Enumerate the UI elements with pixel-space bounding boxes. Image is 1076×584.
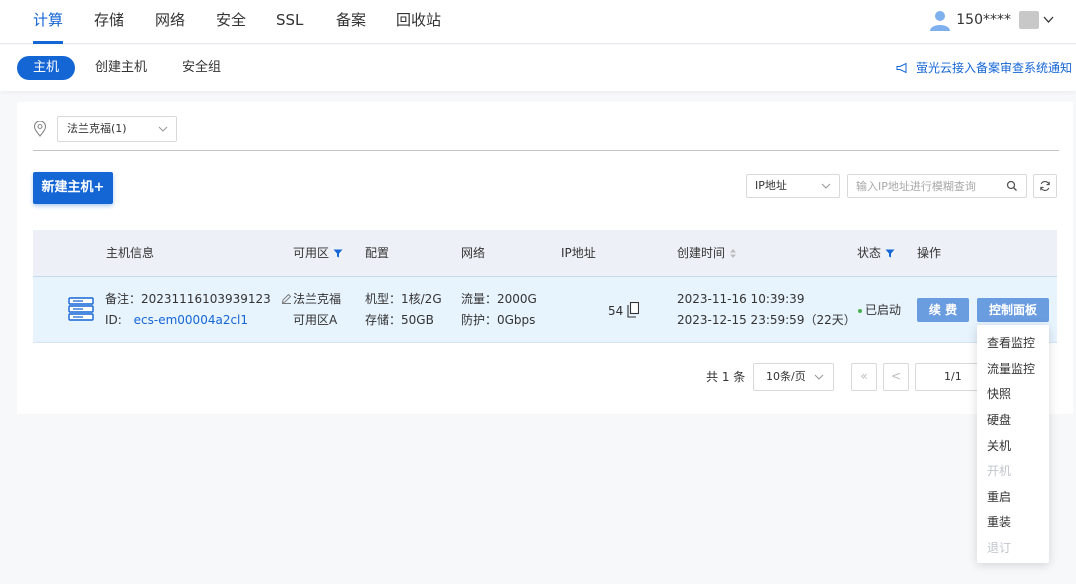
col-status-label: 状态 (857, 246, 882, 260)
menu-item-power-on: 开机 (987, 464, 1012, 478)
megaphone-icon (896, 62, 907, 73)
edit-icon[interactable] (281, 293, 292, 304)
net-protect: 防护：0Gbps (461, 313, 536, 327)
col-ip: IP地址 (561, 246, 596, 260)
config-storage: 存储：50GB (365, 313, 434, 327)
tab-filing[interactable]: 备案 (336, 0, 366, 44)
col-network: 网络 (461, 246, 486, 260)
region-select-value: 法兰克福(1) (67, 122, 127, 135)
host-id-label: ID: (105, 313, 122, 327)
divider (33, 150, 1059, 151)
tab-storage[interactable]: 存储 (94, 0, 124, 44)
ip-search-input[interactable] (847, 174, 1027, 198)
location-pin-icon (33, 121, 47, 137)
pagination-total: 共 1 条 (706, 370, 746, 384)
col-created-label: 创建时间 (677, 246, 726, 260)
config-model: 机型：1核/2G (365, 292, 442, 306)
notice-link[interactable]: 萤光云接入备案审查系统通知 (896, 59, 1072, 76)
region-select[interactable]: 法兰克福(1) (57, 116, 177, 142)
col-config: 配置 (365, 246, 390, 260)
ip-address: 54 (608, 301, 640, 321)
status-text: 已启动 (865, 303, 902, 317)
user-menu[interactable]: 150**** (928, 8, 1054, 32)
tab-security[interactable]: 安全 (216, 0, 246, 44)
chevron-down-icon (814, 374, 824, 380)
col-status[interactable]: 状态 (857, 230, 895, 277)
filter-icon[interactable] (333, 249, 343, 258)
zone-name: 法兰克福 (293, 292, 342, 306)
menu-item-disk[interactable]: 硬盘 (987, 411, 1011, 428)
subtab-hosts[interactable]: 主机 (17, 56, 76, 80)
control-panel-button[interactable]: 控制面板 (977, 298, 1049, 322)
col-created[interactable]: 创建时间 (677, 230, 737, 277)
sub-nav: 主机 创建主机 安全组 萤光云接入备案审查系统通知 (0, 45, 1076, 91)
chevron-down-icon (821, 183, 831, 189)
copy-icon[interactable] (627, 301, 640, 318)
tab-compute[interactable]: 计算 (33, 0, 64, 44)
filter-icon[interactable] (885, 249, 895, 258)
user-name-mask (1019, 11, 1039, 29)
tab-ssl[interactable]: SSL (276, 0, 303, 44)
menu-item-snapshot[interactable]: 快照 (987, 385, 1011, 402)
page-size-value: 10条/页 (766, 370, 806, 383)
chevron-down-icon (1043, 16, 1054, 23)
region-filter: 法兰克福(1) (33, 116, 177, 142)
ip-type-value: IP地址 (755, 179, 787, 192)
ip-address-value: 54 (608, 304, 624, 318)
net-traffic: 流量：2000G (461, 292, 537, 306)
ip-type-select[interactable]: IP地址 (746, 174, 840, 198)
menu-item-shutdown[interactable]: 关机 (987, 437, 1011, 454)
sort-icon[interactable] (729, 248, 737, 259)
chevron-down-icon (158, 126, 168, 132)
prev-page-button[interactable]: < (883, 363, 909, 391)
zone-sub: 可用区A (293, 313, 338, 327)
subtab-security-group[interactable]: 安全组 (182, 56, 221, 80)
tab-recycle-bin[interactable]: 回收站 (396, 0, 441, 44)
menu-item-view-monitor[interactable]: 查看监控 (987, 334, 1035, 351)
host-remark: 备注：20231116103939123 (105, 289, 292, 309)
expires-at: 2023-12-15 23:59:59（22天） (677, 313, 856, 327)
refresh-icon (1040, 181, 1050, 191)
status-badge: 已启动 (858, 300, 901, 320)
host-remark-text: 备注：20231116103939123 (105, 292, 271, 306)
col-host-info: 主机信息 (106, 246, 155, 260)
subtab-create-host[interactable]: 创建主机 (95, 56, 147, 80)
col-zone[interactable]: 可用区 (293, 230, 343, 277)
search-icon[interactable] (1006, 180, 1018, 192)
host-id-link[interactable]: ecs-em00004a2cl1 (134, 313, 248, 327)
menu-item-reinstall[interactable]: 重装 (987, 513, 1011, 530)
table-header: 主机信息 可用区 配置 网络 IP地址 创建时间 状态 操作 (33, 230, 1057, 277)
tab-network[interactable]: 网络 (155, 0, 185, 44)
menu-item-restart[interactable]: 重启 (987, 488, 1011, 505)
created-at: 2023-11-16 10:39:39 (677, 292, 805, 306)
host-list-panel: 法兰克福(1) 新建主机+ IP地址 主机信息 可用区 (17, 102, 1073, 414)
refresh-button[interactable] (1033, 174, 1057, 198)
server-icon (68, 297, 94, 321)
menu-item-traffic-monitor[interactable]: 流量监控 (987, 360, 1035, 377)
notice-text: 萤光云接入备案审查系统通知 (915, 61, 1072, 75)
control-panel-menu: 查看监控 流量监控 快照 硬盘 关机 开机 重启 重装 退订 (977, 325, 1049, 563)
user-avatar-icon (930, 11, 951, 31)
top-nav: 计算 存储 网络 安全 SSL 备案 回收站 150**** (0, 0, 1076, 44)
page-size-select[interactable]: 10条/页 (753, 363, 834, 391)
user-name: 150**** (956, 12, 1011, 28)
renew-button[interactable]: 续 费 (917, 298, 969, 322)
col-actions: 操作 (917, 246, 942, 260)
status-dot-icon (858, 308, 862, 313)
col-zone-label: 可用区 (293, 246, 330, 260)
table-row: 备注：20231116103939123 ID: ecs-em00004a2cl… (33, 277, 1057, 343)
menu-item-unsubscribe: 退订 (987, 541, 1012, 555)
host-id: ID: ecs-em00004a2cl1 (105, 310, 248, 330)
new-host-button[interactable]: 新建主机+ (33, 172, 113, 204)
first-page-button[interactable]: « (851, 363, 877, 391)
